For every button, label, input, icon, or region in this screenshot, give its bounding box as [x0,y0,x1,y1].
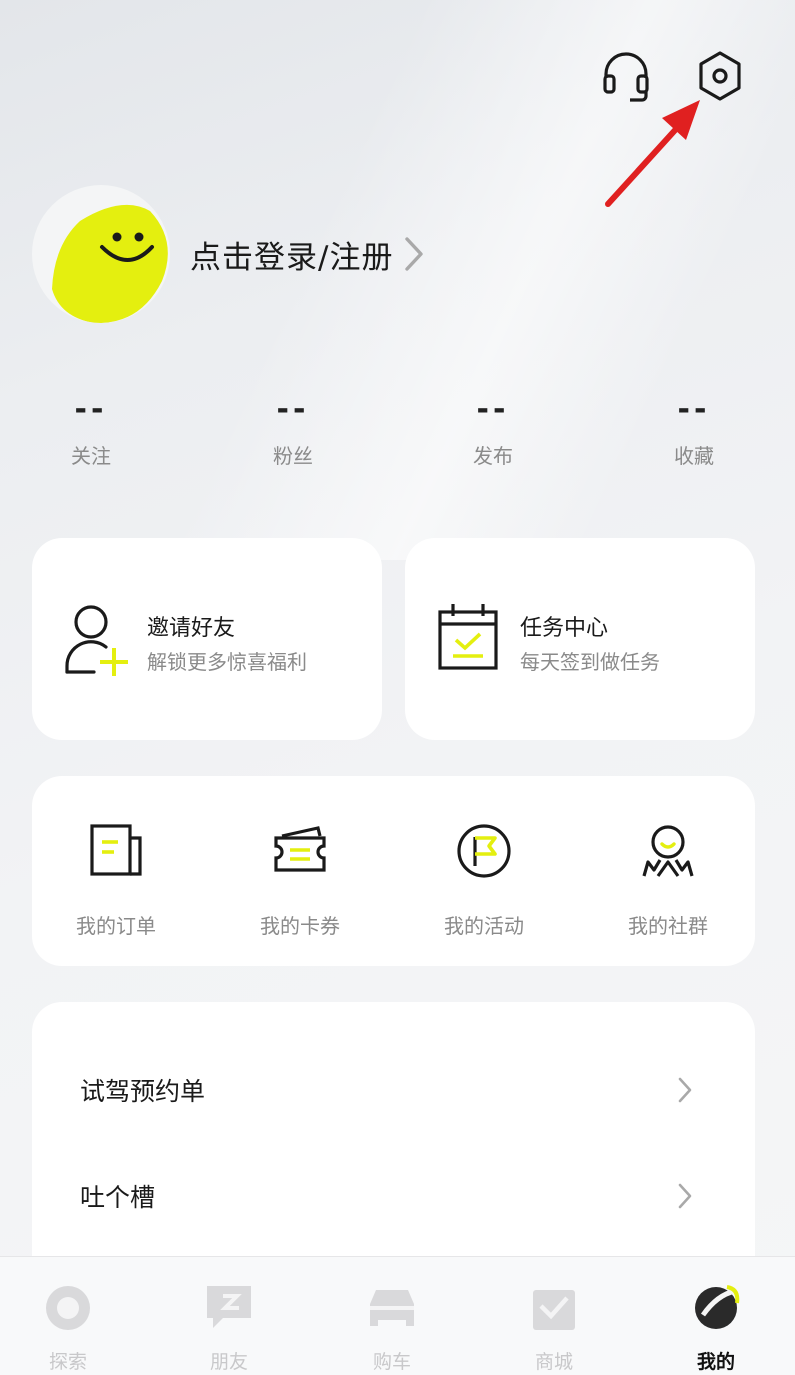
explore-icon [8,1281,128,1335]
tab-explore[interactable]: 探索 [8,1281,128,1374]
shortcuts-card: 我的订单 我的卡券 我的活动 我的社群 [32,776,755,966]
friends-icon [169,1281,289,1335]
smiley-avatar-icon [52,205,168,323]
card-subtitle: 每天签到做任务 [520,650,660,674]
shortcut-label: 我的订单 [76,914,156,938]
car-icon [332,1281,452,1335]
stat-favorites[interactable]: -- 收藏 [634,392,754,469]
tab-profile[interactable]: 我的 [656,1281,776,1374]
shortcut-label: 我的活动 [444,914,524,938]
chevron-right-icon [677,1076,693,1108]
my-activities-button[interactable]: 我的活动 [414,822,554,939]
list-item-test-drive[interactable]: 试驾预约单 [32,1040,755,1140]
add-user-icon [62,602,134,682]
stat-label: 收藏 [674,444,714,468]
menu-list-card: 试驾预约单 吐个槽 [32,1002,755,1282]
tab-label: 探索 [48,1351,87,1373]
stat-following[interactable]: -- 关注 [31,392,151,469]
stats-row: -- 关注 -- 粉丝 -- 发布 -- 收藏 [0,392,795,482]
stat-label: 粉丝 [273,444,313,468]
invite-friends-card[interactable]: 邀请好友 解锁更多惊喜福利 [32,538,382,740]
coupon-icon [230,822,370,888]
list-item-feedback[interactable]: 吐个槽 [32,1146,755,1246]
list-item-label: 吐个槽 [80,1183,156,1212]
calendar-check-icon [435,602,501,676]
card-title: 任务中心 [520,616,609,641]
order-icon [46,822,186,888]
task-center-card[interactable]: 任务中心 每天签到做任务 [405,538,755,740]
stat-label: 关注 [71,444,111,468]
tab-label: 朋友 [209,1351,248,1373]
tab-friends[interactable]: 朋友 [169,1281,289,1374]
avatar[interactable] [32,185,170,323]
login-register-link[interactable]: 点击登录/注册 [190,232,393,277]
login-row[interactable]: 点击登录/注册 [32,184,425,324]
shortcut-label: 我的卡券 [260,914,340,938]
card-subtitle: 解锁更多惊喜福利 [147,650,307,674]
stat-value: -- [677,392,711,427]
card-title: 邀请好友 [147,616,236,641]
stat-value: -- [476,392,510,427]
profile-icon [656,1281,776,1335]
my-community-button[interactable]: 我的社群 [598,822,738,939]
bottom-tab-bar: 探索 朋友 购车 商城 我的 [0,1256,795,1375]
list-item-label: 试驾预约单 [80,1077,206,1106]
stat-posts[interactable]: -- 发布 [433,392,553,469]
chevron-right-icon [403,235,425,273]
tab-label: 我的 [696,1351,735,1373]
stat-label: 发布 [473,444,513,468]
my-orders-button[interactable]: 我的订单 [46,822,186,939]
flag-icon [414,822,554,888]
stat-value: -- [74,392,108,427]
store-icon [494,1281,614,1335]
community-icon [598,822,738,888]
stat-value: -- [276,392,310,427]
tab-label: 购车 [372,1351,411,1373]
chevron-right-icon [677,1182,693,1214]
my-coupons-button[interactable]: 我的卡券 [230,822,370,939]
tab-store[interactable]: 商城 [494,1281,614,1374]
tab-buy-car[interactable]: 购车 [332,1281,452,1374]
shortcut-label: 我的社群 [628,914,708,938]
stat-fans[interactable]: -- 粉丝 [233,392,353,469]
tab-label: 商城 [534,1351,573,1373]
